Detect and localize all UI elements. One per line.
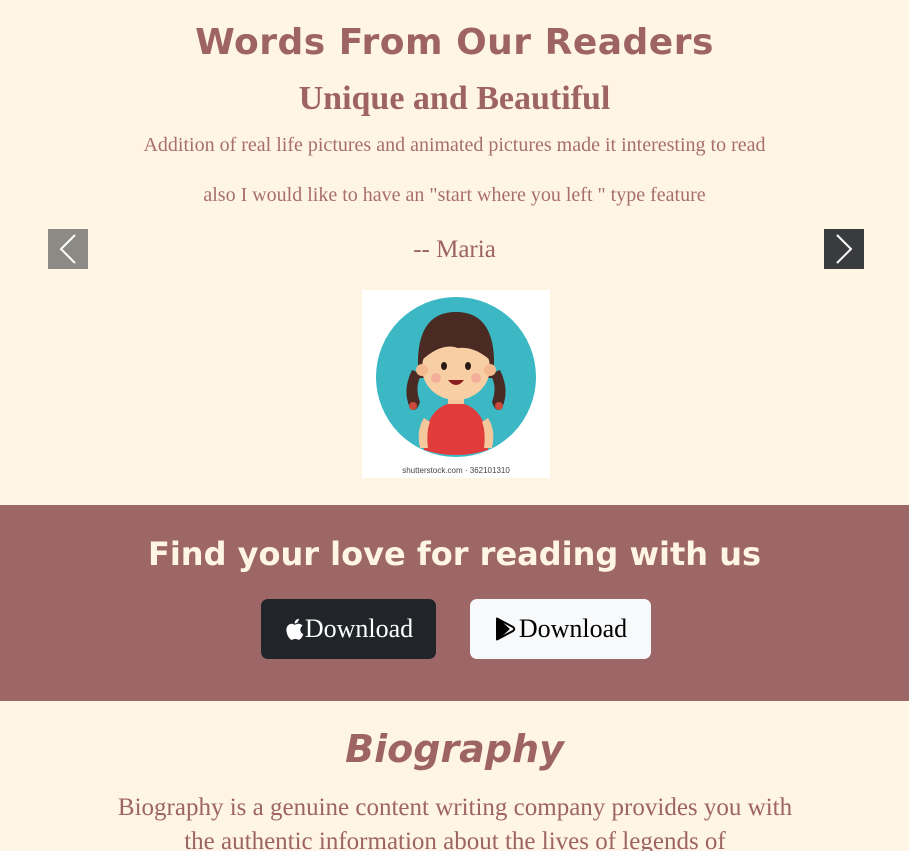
testimonial-author: -- Maria <box>413 236 496 263</box>
carousel-prev-button[interactable] <box>48 229 88 269</box>
app-store-download-button[interactable]: Download <box>261 599 436 659</box>
testimonial-text-line-1: Addition of real life pictures and anima… <box>143 134 766 156</box>
apple-icon <box>286 618 304 640</box>
google-play-download-label: Download <box>518 614 628 643</box>
cta-heading: Find your love for reading with us <box>147 535 762 573</box>
testimonials-section: Words From Our Readers Unique and Beauti… <box>0 0 909 505</box>
google-play-icon <box>495 617 516 641</box>
reader-avatar: shutterstock.com · 362101310 <box>362 290 550 478</box>
testimonial-title: Unique and Beautiful <box>298 80 611 117</box>
biography-section: Biography Biography is a genuine content… <box>0 701 909 851</box>
carousel-next-button[interactable] <box>824 229 864 269</box>
avatar-image-caption: shutterstock.com · 362101310 <box>402 466 510 475</box>
testimonial-text-line-2: also I would like to have an "start wher… <box>203 184 706 206</box>
app-store-download-label: Download <box>304 614 414 643</box>
testimonials-heading: Words From Our Readers <box>195 22 714 63</box>
biography-description: Biography is a genuine content writing c… <box>117 794 793 851</box>
chevron-right-icon <box>836 234 853 264</box>
chevron-left-icon <box>59 234 76 264</box>
biography-heading: Biography <box>345 727 564 771</box>
download-cta-section: Find your love for reading with us Downl… <box>0 505 909 701</box>
google-play-download-button[interactable]: Download <box>470 599 651 659</box>
girl-avatar-illustration <box>376 297 536 457</box>
